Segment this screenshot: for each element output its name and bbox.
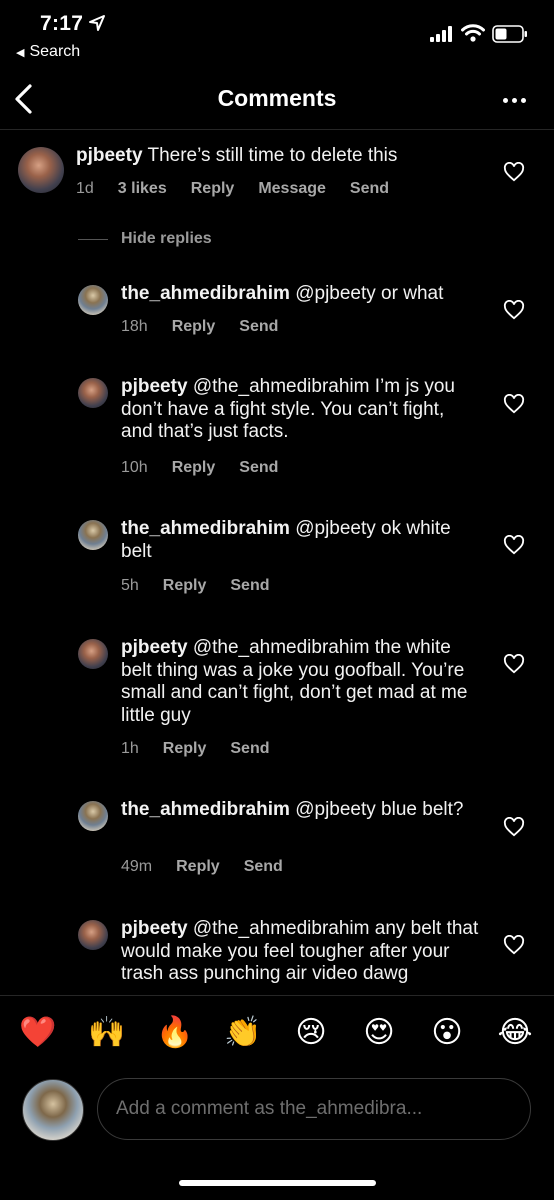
send-button[interactable]: Send [239, 318, 278, 336]
reply-username[interactable]: the_ahmedibrahim [121, 518, 290, 539]
heart-icon[interactable] [503, 394, 525, 414]
avatar[interactable] [78, 920, 108, 950]
wifi-icon [461, 24, 485, 42]
reply-button[interactable]: Reply [176, 858, 220, 876]
emoji-laughing[interactable]: 😂 [496, 1016, 534, 1050]
reply-text: pjbeety @the_ahmedibrahim the white belt… [121, 637, 481, 727]
reply-username[interactable]: pjbeety [121, 918, 188, 939]
emoji-raised-hands[interactable]: 🙌 [88, 1016, 126, 1050]
comment-composer [0, 1070, 554, 1150]
emoji-reaction-bar: ❤️ 🙌 🔥 👏 😢 😍 😮 😂 [0, 995, 554, 1067]
reply-time: 49m [121, 858, 153, 875]
reply-button[interactable]: Reply [172, 318, 216, 336]
avatar[interactable] [78, 520, 108, 550]
avatar[interactable] [78, 639, 108, 669]
reply-username[interactable]: the_ahmedibrahim [121, 799, 290, 820]
send-button[interactable]: Send [230, 740, 269, 758]
reply-body: @pjbeety blue belt? [295, 799, 464, 820]
likes-count[interactable]: 3 likes [118, 180, 167, 198]
reply-time: 1h [121, 740, 139, 757]
reply-meta: 18h Reply Send [121, 318, 302, 336]
heart-icon[interactable] [503, 162, 525, 182]
hide-replies-label: Hide replies [121, 230, 212, 247]
send-button[interactable]: Send [230, 577, 269, 595]
comment-meta: 1d 3 likes Reply Message Send [76, 180, 413, 198]
comments-list: pjbeety There’s still time to delete thi… [0, 130, 554, 995]
location-arrow-icon [89, 15, 105, 31]
avatar[interactable] [78, 285, 108, 315]
reply-text: pjbeety @the_ahmedibrahim I’m js you don… [121, 376, 481, 444]
page-title: Comments [217, 85, 337, 111]
send-button[interactable]: Send [244, 858, 283, 876]
reply-text: the_ahmedibrahim @pjbeety blue belt? [121, 799, 481, 822]
reply-button[interactable]: Reply [172, 459, 216, 477]
emoji-heart[interactable]: ❤️ [19, 1016, 57, 1050]
comment-time: 1d [76, 180, 94, 197]
reply-meta: 49m Reply Send [121, 858, 307, 876]
send-button[interactable]: Send [350, 180, 389, 198]
avatar[interactable] [78, 378, 108, 408]
back-app-label: Search [29, 43, 81, 60]
heart-icon[interactable] [503, 817, 525, 837]
heart-icon[interactable] [503, 300, 525, 320]
status-time: 7:17 [40, 12, 84, 35]
heart-icon[interactable] [503, 654, 525, 674]
avatar[interactable] [78, 801, 108, 831]
reply-text: pjbeety @the_ahmedibrahim any belt that … [121, 918, 481, 986]
reply-meta: 10h Reply Send [121, 459, 302, 477]
emoji-heart-eyes[interactable]: 😍 [360, 1016, 398, 1050]
reply-body: @pjbeety or what [295, 283, 444, 304]
reply-text: the_ahmedibrahim @pjbeety ok white belt [121, 518, 481, 563]
emoji-crying[interactable]: 😢 [292, 1016, 330, 1050]
divider [78, 238, 108, 240]
heart-icon[interactable] [503, 935, 525, 955]
home-indicator[interactable] [179, 1180, 376, 1186]
reply-time: 5h [121, 577, 139, 594]
more-options-icon[interactable] [500, 88, 528, 112]
reply-button[interactable]: Reply [163, 740, 207, 758]
comment-item: pjbeety There’s still time to delete thi… [0, 130, 554, 220]
reply-meta: 5h Reply Send [121, 577, 294, 595]
comment-body: There’s still time to delete this [147, 145, 398, 166]
reply-username[interactable]: pjbeety [121, 637, 188, 658]
reply-username[interactable]: the_ahmedibrahim [121, 283, 290, 304]
reply-time: 18h [121, 318, 148, 335]
comment-text: pjbeety There’s still time to delete thi… [76, 145, 476, 168]
heart-icon[interactable] [503, 535, 525, 555]
reply-time: 10h [121, 459, 148, 476]
avatar[interactable] [18, 147, 64, 193]
back-to-search-link[interactable]: ◀ Search [16, 43, 80, 61]
emoji-surprised[interactable]: 😮 [428, 1016, 466, 1050]
status-bar: 7:17 ◀ Search [0, 0, 554, 70]
send-button[interactable]: Send [239, 459, 278, 477]
reply-username[interactable]: pjbeety [121, 376, 188, 397]
comments-header: Comments [0, 72, 554, 130]
reply-meta: 1h Reply Send [121, 740, 294, 758]
hide-replies-button[interactable]: Hide replies [78, 230, 212, 248]
reply-button[interactable]: Reply [191, 180, 235, 198]
message-button[interactable]: Message [258, 180, 326, 198]
comment-input[interactable] [97, 1078, 531, 1140]
comment-username[interactable]: pjbeety [76, 145, 143, 166]
cellular-signal-icon [430, 26, 454, 42]
back-triangle-icon: ◀ [16, 46, 25, 59]
reply-button[interactable]: Reply [163, 577, 207, 595]
avatar [22, 1079, 84, 1141]
emoji-fire[interactable]: 🔥 [156, 1016, 194, 1050]
emoji-clapping[interactable]: 👏 [224, 1016, 262, 1050]
reply-text: the_ahmedibrahim @pjbeety or what [121, 283, 481, 306]
battery-icon [492, 25, 527, 43]
